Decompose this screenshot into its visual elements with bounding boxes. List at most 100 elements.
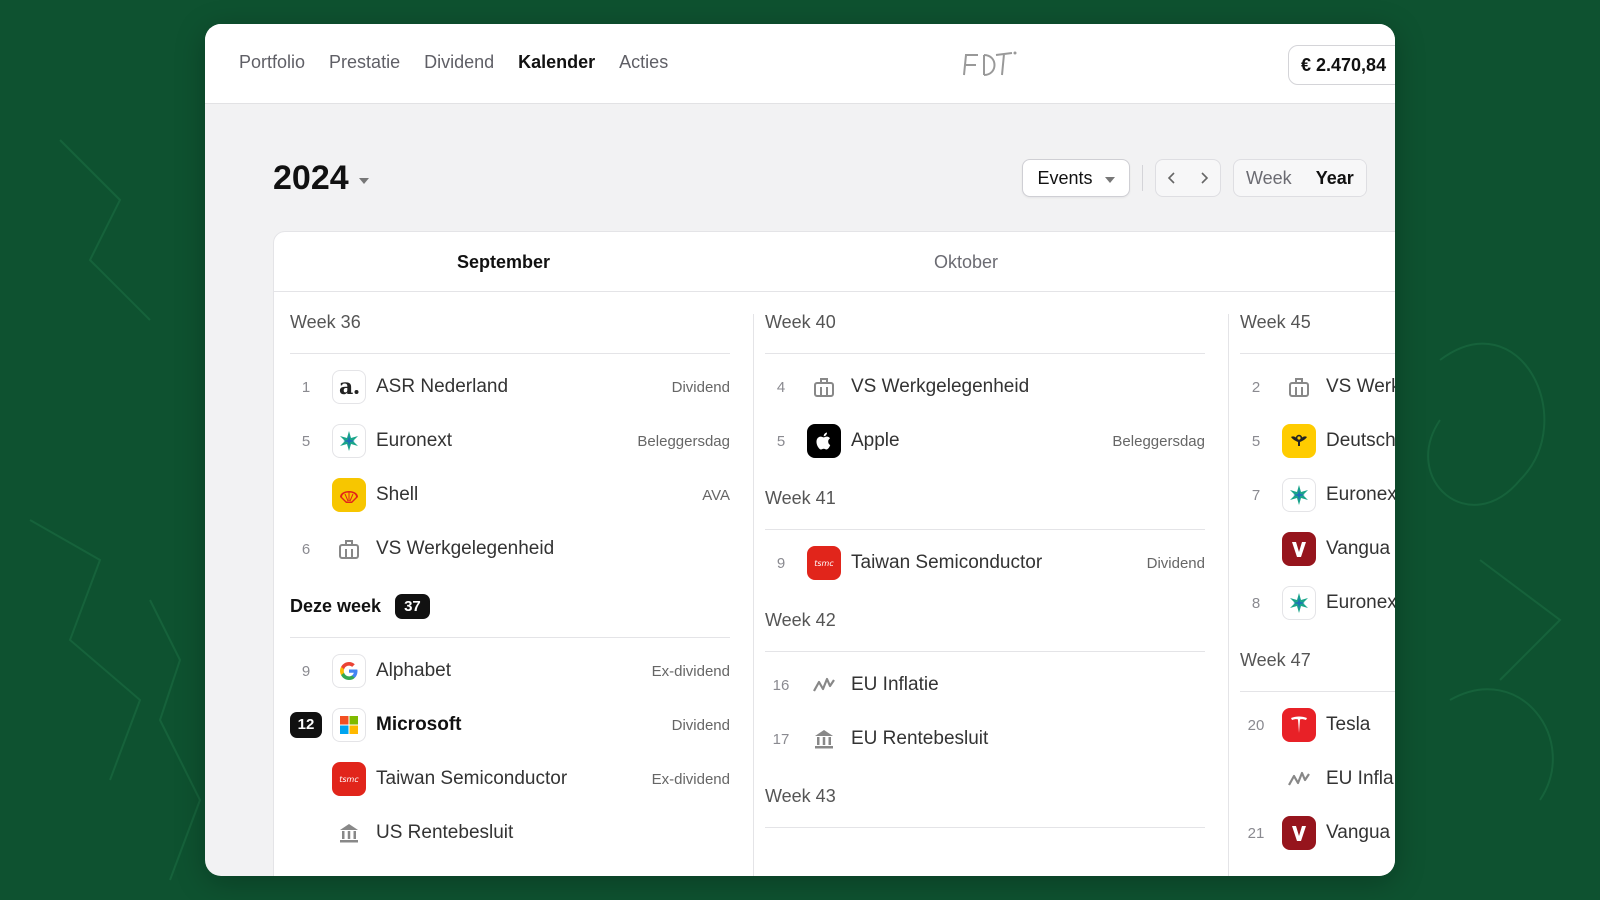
main-nav: Portfolio Prestatie Dividend Kalender Acties (239, 52, 668, 73)
event-day-number: 8 (1251, 594, 1261, 612)
year-label: 2024 (273, 159, 349, 197)
calendar-event[interactable]: 16 EU Inflatie (765, 658, 1205, 712)
event-day-number: 4 (776, 378, 786, 396)
calendar-event[interactable]: 9 Alphabet Ex-dividend (290, 644, 730, 698)
event-company-name: Euronext (376, 430, 453, 451)
calendar-event[interactable]: 2 VS Werk (1240, 360, 1395, 414)
event-type-label: Dividend (671, 378, 730, 396)
event-company-name: Microsoft (376, 714, 462, 735)
event-day-number: 2 (1251, 378, 1261, 396)
calendar-event[interactable]: 8 Euronex (1240, 576, 1395, 630)
event-company-name: Tesla (1326, 714, 1371, 735)
view-option-week[interactable]: Week (1234, 160, 1304, 196)
chevron-left-icon (1167, 172, 1175, 184)
shell-logo-icon (332, 478, 366, 512)
view-toggle: Week Year (1233, 159, 1367, 197)
previous-button[interactable] (1156, 160, 1188, 196)
view-option-year[interactable]: Year (1303, 160, 1366, 196)
event-company-name: EU Inflatie (851, 674, 939, 695)
event-company-name: Shell (376, 484, 419, 505)
calendar-panel: September Oktober Week 36 1 a ASR Nederland… (273, 231, 1395, 876)
year-selector[interactable]: 2024 (273, 159, 369, 198)
calendar-event[interactable]: 4 VS Werkgelegenheid (765, 360, 1205, 414)
calendar-event[interactable]: 12 Microsoft Dividend (290, 698, 730, 752)
calendar-event[interactable]: 20 Tesla (1240, 698, 1395, 752)
chevron-right-icon (1201, 172, 1209, 184)
nav-item-kalender[interactable]: Kalender (518, 52, 595, 73)
euronext-logo-icon (1282, 478, 1316, 512)
calendar-event[interactable]: 6 VS Werkgelegenheid (290, 522, 730, 576)
calendar-event[interactable]: Shell AVA (290, 468, 730, 522)
event-type-label: Dividend (1146, 554, 1205, 572)
week-title: Week 36 (290, 312, 361, 332)
svg-text:a: a (339, 376, 353, 398)
week-title: Week 45 (1240, 312, 1311, 332)
calendar-column-2: Week 40 4 VS Werkgelegenheid 5 Apple Belegger… (765, 292, 1205, 876)
chevron-down-icon (1104, 177, 1115, 183)
calendar-event[interactable]: 9 tsmc Taiwan Semiconductor Dividend (765, 536, 1205, 590)
calendar-event[interactable]: EU Infla (1240, 752, 1395, 806)
divider (1142, 165, 1143, 191)
apple-logo-icon (807, 424, 841, 458)
event-company-name: VS Werkgelegenheid (851, 376, 1030, 397)
week-title: Week 42 (765, 610, 836, 630)
events-filter-label: Events (1037, 167, 1093, 188)
nav-item-acties[interactable]: Acties (619, 52, 668, 73)
week-header: Week 40 (765, 292, 1205, 354)
calendar-event[interactable]: 5 Euronext Beleggersdag (290, 414, 730, 468)
week-header: Week 47 (1240, 630, 1395, 692)
calendar-event[interactable]: Vangua (1240, 522, 1395, 576)
event-company-name: EU Rentebesluit (851, 728, 989, 749)
event-day-number: 9 (776, 554, 786, 572)
week-number-badge: 37 (395, 594, 430, 619)
euronext-logo-icon (1282, 586, 1316, 620)
period-navigation (1155, 159, 1221, 197)
briefcase-icon (807, 370, 841, 404)
calendar-event[interactable]: 5 Apple Beleggersdag (765, 414, 1205, 468)
event-day-number: 17 (772, 730, 790, 748)
nav-item-portfolio[interactable]: Portfolio (239, 52, 305, 73)
week-title: Deze week (290, 596, 382, 616)
calendar-event[interactable]: 5 Deutsch (1240, 414, 1395, 468)
bank-icon (807, 722, 841, 756)
event-day-number: 9 (301, 662, 311, 680)
events-filter-dropdown[interactable]: Events (1022, 159, 1130, 197)
week-title: Week 43 (765, 786, 836, 806)
microsoft-logo-icon (332, 708, 366, 742)
week-header: Week 45 (1240, 292, 1395, 354)
month-tab-oktober[interactable]: Oktober (934, 252, 998, 273)
tsmc-logo-icon: tsmc (807, 546, 841, 580)
event-type-label: Ex-dividend (651, 662, 730, 680)
calendar-event[interactable]: 21 Vangua (1240, 806, 1395, 860)
event-company-name: Apple (851, 430, 900, 451)
nav-item-dividend[interactable]: Dividend (424, 52, 494, 73)
event-company-name: EU Infla (1326, 768, 1394, 789)
calendar-event[interactable]: tsmc Taiwan Semiconductor Ex-dividend (290, 752, 730, 806)
calendar-event[interactable]: 17 EU Rentebesluit (765, 712, 1205, 766)
event-day-number: 7 (1251, 486, 1261, 504)
nav-item-prestatie[interactable]: Prestatie (329, 52, 400, 73)
month-tab-september[interactable]: September (457, 252, 550, 273)
portfolio-balance[interactable]: € 2.470,84 (1288, 45, 1395, 85)
tsmc-logo-icon: tsmc (332, 762, 366, 796)
event-company-name: Alphabet (376, 660, 452, 681)
event-type-label: Ex-dividend (651, 770, 730, 788)
column-divider (753, 314, 754, 876)
event-day-number: 5 (301, 432, 311, 450)
week-header: Week 36 (290, 292, 730, 354)
calendar-event[interactable]: US Rentebesluit (290, 806, 730, 860)
event-type-label: Dividend (671, 716, 730, 734)
week-title: Week 41 (765, 488, 836, 508)
calendar-event[interactable]: 7 Euronex (1240, 468, 1395, 522)
next-button[interactable] (1188, 160, 1220, 196)
week-title: Week 47 (1240, 650, 1311, 670)
week-header: Week 42 (765, 590, 1205, 652)
calendar-event[interactable]: 1 a ASR Nederland Dividend (290, 360, 730, 414)
today-day-number: 12 (290, 712, 322, 738)
inflation-icon (1282, 762, 1316, 796)
vanguard-logo-icon (1282, 532, 1316, 566)
inflation-icon (807, 668, 841, 702)
week-title: Week 40 (765, 312, 836, 332)
event-day-number: 6 (301, 540, 311, 558)
event-company-name: Euronex (1326, 592, 1395, 613)
